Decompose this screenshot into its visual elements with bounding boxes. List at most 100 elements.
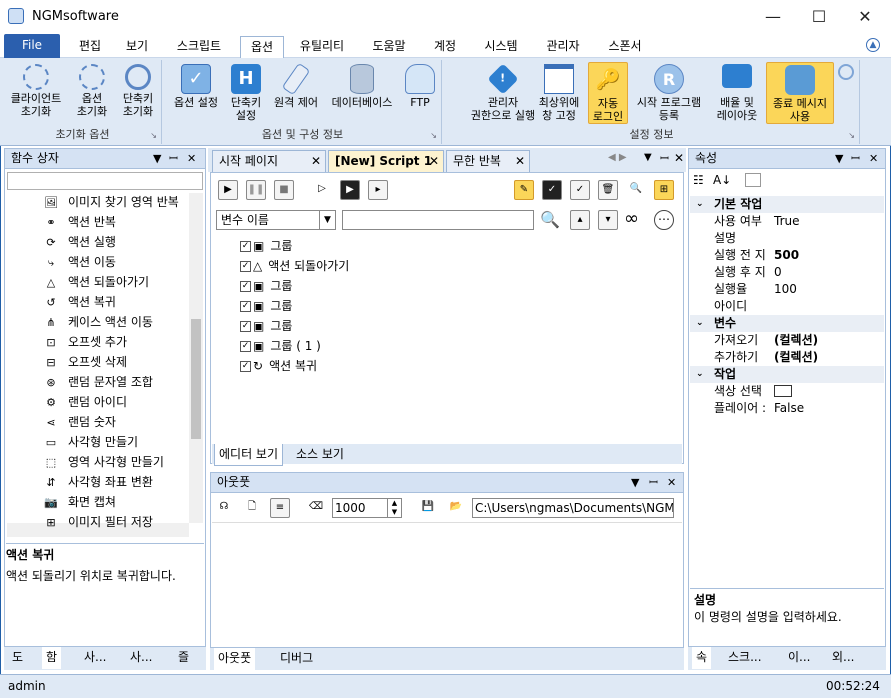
property-category[interactable]: ⌄ 기본 작업 xyxy=(690,196,884,213)
checkbox-icon[interactable]: ✓ xyxy=(240,341,251,352)
function-list-item[interactable]: ⤷ 액션 이동 xyxy=(44,252,116,272)
menu-tab-system[interactable]: 시스템 xyxy=(476,36,526,58)
alphabetical-sort-icon[interactable]: A↓ xyxy=(713,173,731,187)
function-list-item[interactable]: ⋔ 케이스 액션 이동 xyxy=(44,312,153,332)
exit-message-button[interactable]: 종료 메시지 사용 xyxy=(766,62,834,124)
reset-shortcuts-button[interactable]: 단축키 초기화 xyxy=(116,64,160,118)
close-icon[interactable]: ✕ xyxy=(667,473,676,492)
function-search-input[interactable] xyxy=(7,172,203,190)
pin-icon[interactable]: ꟷ xyxy=(851,149,860,168)
tree-view-button[interactable]: ⊞ xyxy=(654,180,674,200)
debug-tab[interactable]: 디버그 xyxy=(276,648,317,670)
output-new-button[interactable]: 🗋 xyxy=(242,498,262,518)
close-icon[interactable]: ✕ xyxy=(869,149,878,168)
function-list-item[interactable]: ⚭ 액션 반복 xyxy=(44,212,116,232)
move-up-button[interactable]: ▴ xyxy=(570,210,590,230)
left-tab-1[interactable]: 도 xyxy=(8,647,27,669)
option-settings-button[interactable]: ✓ 옵션 설정 xyxy=(168,64,224,109)
stop-button[interactable]: ■ xyxy=(274,180,294,200)
checkbox-icon[interactable]: ✓ xyxy=(240,261,251,272)
chevron-down-icon[interactable]: ⌄ xyxy=(696,315,704,332)
edit-mode-button[interactable]: ✎ xyxy=(514,180,534,200)
categorized-sort-icon[interactable]: ☷ xyxy=(693,173,704,187)
settings-gear-icon[interactable] xyxy=(838,64,854,80)
property-category[interactable]: ⌄ 작업 xyxy=(690,366,884,383)
property-row[interactable]: 실행율 100 xyxy=(690,281,884,298)
menu-tab-help[interactable]: 도움말 xyxy=(364,36,414,58)
menu-tab-options[interactable]: 옵션 xyxy=(240,36,284,58)
tab-scroll-arrows[interactable]: ◀ ▶ xyxy=(608,152,627,163)
property-row[interactable]: 가져오기 (컬렉션) xyxy=(690,332,884,349)
output-menu-button[interactable]: ≡ xyxy=(270,498,290,518)
ftp-button[interactable]: FTP xyxy=(402,64,438,109)
reset-client-button[interactable]: 클라이언트 초기화 xyxy=(6,64,66,118)
color-swatch[interactable] xyxy=(774,385,792,397)
output-tab[interactable]: 아웃풋 xyxy=(214,648,256,670)
database-button[interactable]: 데이터베이스 xyxy=(324,64,400,109)
property-row[interactable]: 아이디 xyxy=(690,298,884,315)
startup-register-button[interactable]: R 시작 프로그램 등록 xyxy=(630,64,708,122)
function-list-item[interactable]: ▭ 사각형 만들기 xyxy=(44,432,138,452)
property-row[interactable]: 사용 여부 True xyxy=(690,213,884,230)
move-down-button[interactable]: ▾ xyxy=(598,210,618,230)
close-icon[interactable]: ✕ xyxy=(187,149,196,168)
close-icon[interactable]: ✕ xyxy=(429,151,439,172)
pin-icon[interactable]: ꟷ xyxy=(169,149,178,168)
output-count-input[interactable]: 1000 ▲ ▼ xyxy=(332,498,402,518)
spinner-icon[interactable]: ▲ ▼ xyxy=(387,499,401,517)
pause-button[interactable]: ❚❚ xyxy=(246,180,266,200)
doc-tab-start-page[interactable]: 시작 페이지 ✕ xyxy=(212,150,326,172)
function-list-item[interactable]: ⊞ 이미지 필터 저장 xyxy=(44,512,153,532)
search-icon[interactable]: 🔍 xyxy=(540,210,560,229)
property-row[interactable]: 플레이어 : False xyxy=(690,400,884,417)
menu-tab-utility[interactable]: 유틸리티 xyxy=(292,36,352,58)
doc-tab-script1[interactable]: [New] Script 1 ✕ xyxy=(328,150,444,172)
maximize-button[interactable]: ☐ xyxy=(796,0,842,32)
shortcut-settings-button[interactable]: H 단축키 설정 xyxy=(226,64,266,122)
close-icon[interactable]: ✕ xyxy=(515,151,525,172)
property-value[interactable]: 500 xyxy=(774,247,799,264)
function-list-item[interactable]: ⬚ 영역 사각형 만들기 xyxy=(44,452,164,472)
checkbox-icon[interactable]: ✓ xyxy=(240,321,251,332)
property-row[interactable]: 실행 후 지 0 xyxy=(690,264,884,281)
output-path-field[interactable]: C:\Users\ngmas\Documents\NGM6\ xyxy=(472,498,674,518)
scrollbar[interactable] xyxy=(189,193,203,523)
function-list-item[interactable]: ↺ 액션 복귀 xyxy=(44,292,116,312)
variable-select[interactable]: 변수 이름 ▼ xyxy=(216,210,336,230)
menu-tab-sponsor[interactable]: 스폰서 xyxy=(600,36,650,58)
property-value[interactable]: (컬렉션) xyxy=(774,349,818,366)
chevron-down-icon[interactable]: ⌄ xyxy=(696,196,704,213)
left-tab-3[interactable]: 사... xyxy=(80,647,110,669)
chevron-down-icon[interactable]: ⌄ xyxy=(696,366,704,383)
property-row[interactable]: 추가하기 (컬렉션) xyxy=(690,349,884,366)
file-menu[interactable]: File xyxy=(4,34,60,58)
right-tab-image[interactable]: 이... xyxy=(784,647,814,669)
check-all-button[interactable]: ✓ xyxy=(542,180,562,200)
menu-tab-view[interactable]: 보기 xyxy=(118,36,156,58)
property-category[interactable]: ⌄ 변수 xyxy=(690,315,884,332)
left-tab-5[interactable]: 즐 xyxy=(174,647,193,669)
property-row[interactable]: 색상 선택 xyxy=(690,383,884,400)
source-view-tab[interactable]: 소스 보기 xyxy=(292,444,348,466)
property-value[interactable]: True xyxy=(774,213,800,230)
function-list-item[interactable]: ⟳ 액션 실행 xyxy=(44,232,116,252)
property-value[interactable]: False xyxy=(774,400,804,417)
check-button[interactable]: ✓ xyxy=(570,180,590,200)
tree-row[interactable]: ✓ ▣ 그룹 xyxy=(240,316,292,336)
step-play-button[interactable]: ▷ xyxy=(312,180,332,200)
tree-row[interactable]: ✓ ▣ 그룹 xyxy=(240,236,292,256)
property-value[interactable]: (컬렉션) xyxy=(774,332,818,349)
eraser-icon[interactable]: ⌫ xyxy=(306,498,326,518)
right-tab-properties[interactable]: 속 xyxy=(692,647,712,669)
property-pages-icon[interactable] xyxy=(745,173,761,187)
function-list-item[interactable]: 🖼 이미지 찾기 영역 반복 xyxy=(44,192,179,212)
chevron-down-icon[interactable]: ▼ xyxy=(319,211,335,229)
function-list-item[interactable]: ⊡ 오프셋 추가 xyxy=(44,332,127,352)
scrollbar-thumb[interactable] xyxy=(191,319,201,439)
property-value[interactable]: 100 xyxy=(774,281,797,298)
dialog-launcher-icon[interactable]: ↘ xyxy=(848,131,855,140)
tree-row[interactable]: ✓ ▣ 그룹 xyxy=(240,296,292,316)
pin-icon[interactable]: ꟷ xyxy=(660,151,669,166)
scale-layout-button[interactable]: 배율 및 레이아웃 xyxy=(708,64,766,122)
search-icon[interactable]: 🔍 xyxy=(626,180,646,200)
